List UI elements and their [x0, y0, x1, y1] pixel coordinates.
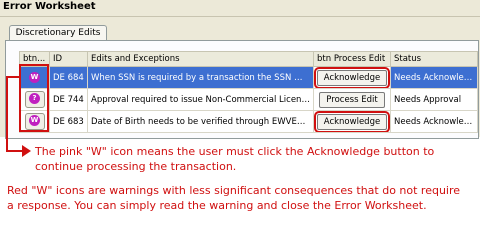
edit-id: DE 684: [49, 66, 88, 89]
table-row[interactable]: ? DE 744 Approval required to issue Non-…: [19, 88, 478, 111]
col-header-status[interactable]: Status: [390, 51, 478, 67]
callout-line: [6, 76, 8, 152]
tab-discretionary-edits[interactable]: Discretionary Edits: [9, 25, 107, 40]
edit-id: DE 744: [49, 88, 88, 111]
window-titlebar: Error Worksheet: [0, 0, 480, 17]
pink-w-note: The pink "W" icon means the user must cl…: [35, 145, 435, 173]
process-edit-button[interactable]: Process Edit: [319, 91, 385, 108]
edit-description: When SSN is required by a transaction th…: [87, 66, 314, 89]
icon-highlight-box: [19, 64, 49, 132]
edit-status: Needs Acknowled...: [390, 66, 478, 89]
process-edit-cell: Acknowledge: [313, 66, 391, 89]
table-row[interactable]: W DE 684 When SSN is required by a trans…: [19, 66, 478, 89]
acknowledge-button[interactable]: Acknowledge: [314, 67, 390, 88]
edit-description: Date of Birth needs to be verified throu…: [87, 110, 314, 133]
grid-header: btn... ID Edits and Exceptions btn Proce…: [19, 51, 478, 67]
red-w-note: Red "W" icons are warnings with less sig…: [7, 184, 461, 212]
edit-status: Needs Approval: [390, 88, 478, 111]
col-header-edits[interactable]: Edits and Exceptions: [87, 51, 314, 67]
process-edit-cell: Process Edit: [313, 88, 391, 111]
edit-id: DE 683: [49, 110, 88, 133]
edit-description: Approval required to issue Non-Commercia…: [87, 88, 314, 111]
process-edit-cell: Acknowledge: [313, 110, 391, 133]
acknowledge-button[interactable]: Acknowledge: [314, 111, 390, 132]
col-header-process-edit[interactable]: btn Process Edit: [313, 51, 391, 67]
callout-line: [6, 76, 20, 78]
edits-grid: btn... ID Edits and Exceptions btn Proce…: [19, 51, 478, 133]
edit-status: Needs Acknowled...: [390, 110, 478, 133]
table-row[interactable]: W DE 683 Date of Birth needs to be verif…: [19, 110, 478, 133]
callout-arrowhead: [22, 145, 31, 157]
window-title: Error Worksheet: [3, 1, 96, 12]
col-header-id[interactable]: ID: [49, 51, 88, 67]
